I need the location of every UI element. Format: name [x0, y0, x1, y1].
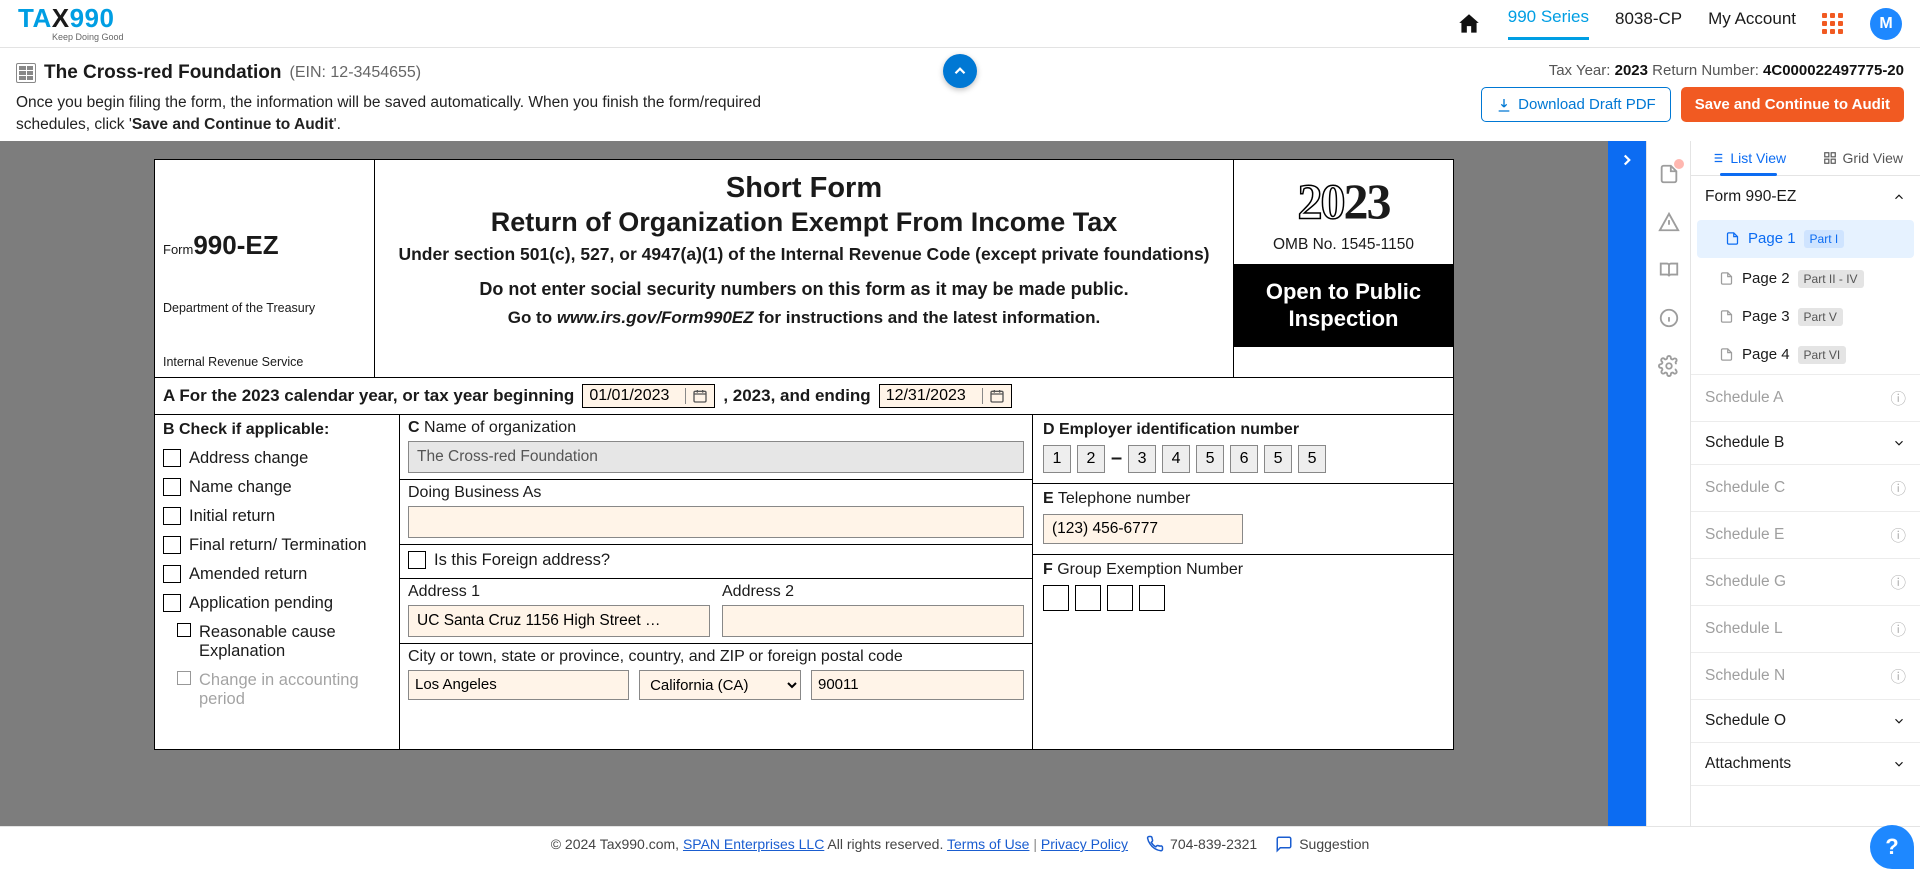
topbar: TAX990 Keep Doing Good 990 Series 8038-C… — [0, 0, 1920, 48]
chk-accounting-period[interactable]: Change in accounting period — [163, 671, 391, 709]
state-select[interactable]: California (CA) — [639, 670, 801, 700]
tax-year-end-input[interactable] — [879, 384, 1012, 408]
download-draft-pdf-button[interactable]: Download Draft PDF — [1481, 87, 1671, 122]
main-area: Form990-EZ Department of the Treasury In… — [0, 141, 1920, 826]
footer-suggestion[interactable]: Suggestion — [1275, 835, 1369, 853]
nav-page-1[interactable]: Page 1Part I — [1697, 220, 1914, 258]
form-page-1: Form990-EZ Department of the Treasury In… — [154, 159, 1454, 750]
chk-reasonable-cause[interactable]: Reasonable cause Explanation — [163, 623, 391, 661]
section-def: D Employer identification number – E Tel… — [1033, 415, 1453, 749]
form-title-block: Short Form Return of Organization Exempt… — [375, 160, 1233, 377]
help-fab[interactable]: ? — [1870, 825, 1914, 869]
nav-page-2[interactable]: Page 2Part II - IV — [1691, 260, 1920, 298]
acc-attachments[interactable]: Attachments — [1691, 743, 1920, 785]
autosave-message: Once you begin filing the form, the info… — [16, 92, 796, 137]
org-icon — [16, 63, 36, 83]
info-icon[interactable] — [1658, 307, 1680, 329]
acc-schedule-b[interactable]: Schedule B — [1691, 422, 1920, 464]
footer-phone[interactable]: 704-839-2321 — [1146, 835, 1257, 853]
settings-icon[interactable] — [1658, 355, 1680, 377]
avatar[interactable]: M — [1870, 8, 1902, 40]
return-meta: Tax Year: 2023 Return Number: 4C00002249… — [1481, 62, 1904, 79]
chk-foreign-address[interactable]: Is this Foreign address? — [408, 551, 1024, 570]
telephone-input[interactable] — [1043, 514, 1243, 544]
home-icon[interactable] — [1456, 11, 1482, 37]
sub-header: The Cross-red Foundation (EIN: 12-345465… — [0, 48, 1920, 141]
outline-panel: List View Grid View Form 990-EZ Page 1Pa… — [1690, 141, 1920, 826]
acc-schedule-g[interactable]: Schedule Gⓘ — [1691, 559, 1920, 605]
tool-rail — [1646, 141, 1690, 826]
nav-page-3[interactable]: Page 3Part V — [1691, 298, 1920, 336]
chk-final-return[interactable]: Final return/ Termination — [163, 536, 391, 555]
document-icon[interactable] — [1658, 163, 1680, 185]
section-b: B Check if applicable: Address change Na… — [155, 415, 400, 749]
form-year-block: 2023 OMB No. 1545-1150 Open to PublicIns… — [1233, 160, 1453, 377]
save-continue-button[interactable]: Save and Continue to Audit — [1681, 87, 1904, 122]
document-viewport[interactable]: Form990-EZ Department of the Treasury In… — [0, 141, 1608, 826]
nav-my-account[interactable]: My Account — [1708, 9, 1796, 39]
book-icon[interactable] — [1658, 259, 1680, 281]
calendar-icon[interactable] — [685, 388, 708, 404]
dba-input[interactable] — [408, 506, 1024, 538]
nav-990-series[interactable]: 990 Series — [1508, 7, 1589, 40]
group-exemption-boxes[interactable] — [1043, 585, 1443, 611]
top-nav: 990 Series 8038-CP My Account M — [1456, 7, 1902, 40]
chk-initial-return[interactable]: Initial return — [163, 507, 391, 526]
footer: © 2024 Tax990.com, SPAN Enterprises LLC … — [0, 826, 1920, 862]
org-name-input — [408, 441, 1024, 473]
section-c: C Name of organization Doing Business As… — [400, 415, 1033, 749]
nav-page-4[interactable]: Page 4Part VI — [1691, 336, 1920, 374]
acc-schedule-c[interactable]: Schedule Cⓘ — [1691, 465, 1920, 511]
tab-grid-view[interactable]: Grid View — [1806, 141, 1920, 175]
footer-span-link[interactable]: SPAN Enterprises LLC — [683, 836, 824, 852]
chk-amended-return[interactable]: Amended return — [163, 565, 391, 584]
tab-list-view[interactable]: List View — [1691, 141, 1806, 175]
acc-schedule-a[interactable]: Schedule Aⓘ — [1691, 375, 1920, 421]
city-input[interactable] — [408, 670, 629, 700]
zip-input[interactable] — [811, 670, 1024, 700]
acc-schedule-e[interactable]: Schedule Eⓘ — [1691, 512, 1920, 558]
apps-grid-icon[interactable] — [1822, 13, 1844, 35]
chk-address-change[interactable]: Address change — [163, 449, 391, 468]
footer-tou[interactable]: Terms of Use — [947, 836, 1029, 852]
org-ein: (EIN: 12-3454655) — [290, 64, 422, 82]
calendar-icon[interactable] — [982, 388, 1005, 404]
warning-icon[interactable] — [1658, 211, 1680, 233]
sidebar-toggle[interactable] — [1608, 141, 1646, 826]
logo-tagline: Keep Doing Good — [52, 33, 124, 42]
form-id-block: Form990-EZ Department of the Treasury In… — [155, 160, 375, 377]
address1-input[interactable] — [408, 605, 710, 637]
acc-schedule-n[interactable]: Schedule Nⓘ — [1691, 653, 1920, 699]
acc-schedule-o[interactable]: Schedule O — [1691, 700, 1920, 742]
ein-boxes[interactable]: – — [1043, 445, 1443, 473]
logo[interactable]: TAX990 Keep Doing Good — [18, 5, 124, 42]
line-a: A For the 2023 calendar year, or tax yea… — [155, 378, 1453, 415]
collapse-header-button[interactable] — [943, 54, 977, 88]
footer-pp[interactable]: Privacy Policy — [1041, 836, 1128, 852]
address2-input[interactable] — [722, 605, 1024, 637]
org-name: The Cross-red Foundation — [44, 62, 282, 84]
acc-schedule-l[interactable]: Schedule Lⓘ — [1691, 606, 1920, 652]
tax-year-begin-input[interactable] — [582, 384, 715, 408]
nav-8038-cp[interactable]: 8038-CP — [1615, 9, 1682, 39]
chk-name-change[interactable]: Name change — [163, 478, 391, 497]
chk-application-pending[interactable]: Application pending — [163, 594, 391, 613]
acc-form-990ez[interactable]: Form 990-EZ — [1691, 176, 1920, 218]
